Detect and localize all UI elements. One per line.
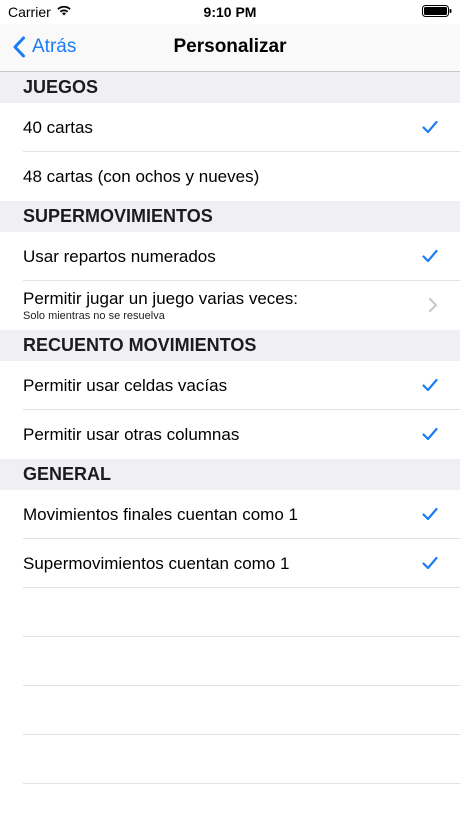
checkmark-icon [422,249,438,263]
section-header-recuento-movimientos: RECUENTO MOVIMIENTOS [0,330,460,361]
option-celdas-vacias[interactable]: Permitir usar celdas vacías [0,361,460,410]
page-title: Personalizar [173,36,287,57]
option-label: Supermovimientos cuentan como 1 [23,554,290,573]
empty-row [0,735,460,784]
section-header-general: GENERAL [0,459,460,490]
option-label: Permitir usar otras columnas [23,425,240,444]
option-otras-columnas[interactable]: Permitir usar otras columnas [0,410,460,459]
option-subtitle: Solo mientras no se resuelva [23,310,165,322]
option-movimientos-finales[interactable]: Movimientos finales cuentan como 1 [0,490,460,539]
navigation-bar: Atrás Personalizar [0,24,460,72]
checkmark-icon [422,120,438,134]
checkmark-icon [422,378,438,392]
option-48-cartas[interactable]: 48 cartas (con ochos y nueves) [0,152,460,201]
chevron-right-icon [429,298,437,312]
checkmark-icon [422,427,438,441]
settings-list: JUEGOS 40 cartas 48 cartas (con ochos y … [0,72,460,784]
status-time: 9:10 PM [203,4,257,20]
empty-row [0,686,460,735]
option-supermovimientos-cuentan[interactable]: Supermovimientos cuentan como 1 [0,539,460,588]
option-40-cartas[interactable]: 40 cartas [0,103,460,152]
row-separator [23,783,460,784]
checkmark-icon [422,507,438,521]
option-label: 40 cartas [23,118,93,137]
option-label: Usar repartos numerados [23,247,216,266]
empty-row [0,637,460,686]
option-label: Permitir jugar un juego varias veces: [23,289,298,308]
option-label: Permitir usar celdas vacías [23,376,228,395]
option-jugar-varias-veces[interactable]: Permitir jugar un juego varias veces: So… [0,281,460,330]
status-bar: Carrier 9:10 PM [0,0,460,24]
battery-icon [422,5,452,17]
option-usar-repartos-numerados[interactable]: Usar repartos numerados [0,232,460,281]
section-header-supermovimientos: SUPERMOVIMIENTOS [0,201,460,232]
empty-row [0,588,460,637]
checkmark-icon [422,556,438,570]
option-label: Movimientos finales cuentan como 1 [23,505,298,524]
section-header-juegos: JUEGOS [0,72,460,103]
option-label: 48 cartas (con ochos y nueves) [23,167,260,186]
